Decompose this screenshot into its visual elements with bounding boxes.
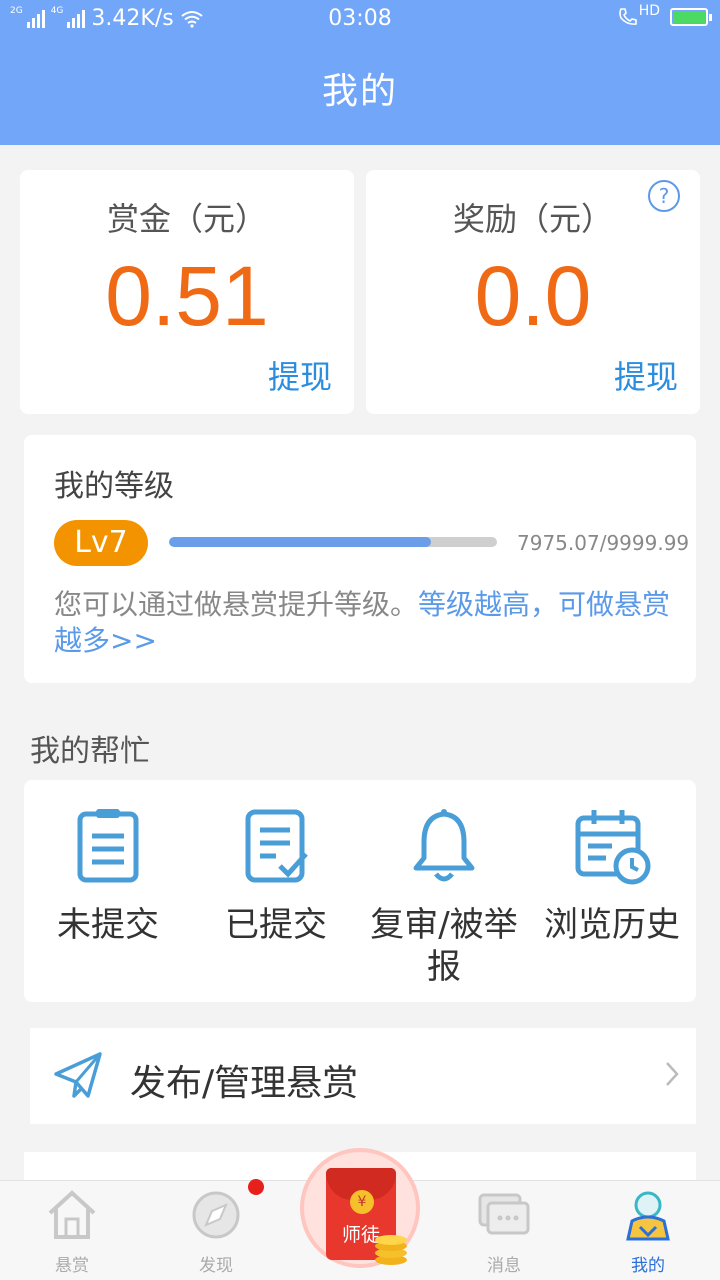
help-item-label: 复审/被举报	[370, 905, 518, 987]
app-header: 2G 4G 3.42K/s 03:08 HD 我的	[0, 0, 720, 145]
status-bar: 2G 4G 3.42K/s 03:08 HD	[0, 0, 720, 40]
publish-label: 发布/管理悬赏	[130, 1063, 359, 1104]
submitted-doc-icon	[245, 809, 308, 883]
clipboard-icon	[77, 809, 139, 883]
message-icon	[478, 1193, 530, 1235]
paper-plane-icon	[54, 1052, 102, 1098]
coin-icon: ¥	[350, 1190, 374, 1214]
help-item-review[interactable]: 复审/被举报	[360, 806, 528, 988]
level-description: 您可以通过做悬赏提升等级。等级越高，可做悬赏越多>>	[54, 587, 689, 659]
discover-icon	[192, 1191, 240, 1239]
help-grid: 未提交 已提交 复审/被举报 浏览历史	[24, 780, 696, 1002]
level-card: 我的等级 Lv7 7975.07/9999.99 您可以通过做悬赏提升等级。等级…	[24, 435, 696, 683]
bounty-card: 赏金（元） 0.51 提现	[20, 170, 354, 414]
notification-dot	[248, 1179, 264, 1195]
nav-messages[interactable]: 消息	[454, 1187, 554, 1276]
level-progress-fill	[169, 537, 431, 547]
level-desc-text: 您可以通过做悬赏提升等级。	[54, 588, 419, 621]
help-item-label: 未提交	[57, 905, 159, 945]
help-item-label: 已提交	[225, 905, 327, 945]
bounty-withdraw-button[interactable]: 提现	[268, 352, 332, 398]
reward-withdraw-button[interactable]: 提现	[614, 352, 678, 398]
page-title: 我的	[321, 71, 398, 112]
nav-label: 消息	[487, 1256, 521, 1276]
publish-manage-row[interactable]: 发布/管理悬赏	[30, 1028, 696, 1124]
help-section-title: 我的帮忙	[30, 734, 150, 769]
status-right: HD	[617, 3, 712, 28]
profile-icon	[626, 1191, 670, 1241]
nav-bounty[interactable]: 悬赏	[22, 1187, 122, 1276]
level-progress-text: 7975.07/9999.99	[517, 531, 690, 555]
help-item-history[interactable]: 浏览历史	[528, 806, 696, 946]
level-title: 我的等级	[54, 469, 174, 504]
bounty-title: 赏金（元）	[106, 200, 267, 238]
hd-label: HD	[638, 3, 660, 19]
nav-profile[interactable]: 我的	[598, 1187, 698, 1276]
reward-card: ? 奖励（元） 0.0 提现	[366, 170, 700, 414]
calendar-clock-icon	[575, 810, 651, 885]
bounty-value: 0.51	[105, 249, 269, 343]
help-item-unsubmitted[interactable]: 未提交	[24, 806, 192, 946]
reward-value: 0.0	[474, 249, 592, 343]
nav-label: 发现	[199, 1256, 233, 1276]
nav-label: 悬赏	[55, 1256, 89, 1276]
level-badge: Lv7	[54, 520, 148, 566]
home-icon	[48, 1190, 96, 1239]
nav-label: 我的	[631, 1256, 665, 1276]
level-progress-bar	[169, 537, 497, 547]
bell-icon	[413, 809, 475, 882]
reward-title: 奖励（元）	[452, 200, 613, 238]
clock: 03:08	[328, 6, 392, 31]
help-item-submitted[interactable]: 已提交	[192, 806, 360, 946]
nav-discover[interactable]: 发现	[166, 1187, 266, 1276]
coins-icon	[375, 1235, 407, 1265]
phone-icon	[618, 8, 637, 25]
help-item-label: 浏览历史	[544, 905, 680, 945]
chevron-right-icon	[666, 1062, 679, 1086]
battery-icon	[670, 8, 712, 26]
